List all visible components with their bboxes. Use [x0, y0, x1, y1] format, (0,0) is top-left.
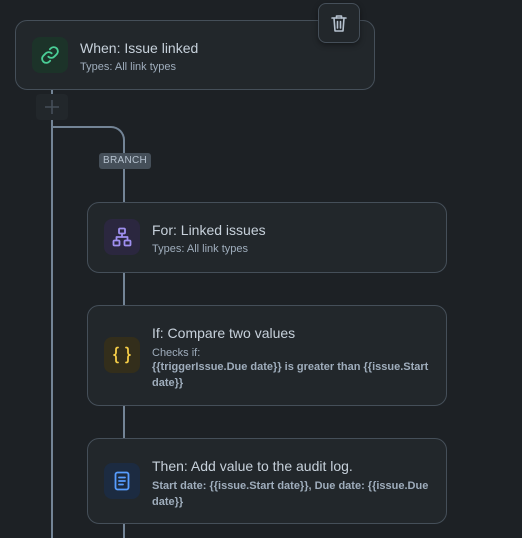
rule-canvas: When: Issue linked Types: All link types… [0, 0, 522, 538]
action-card[interactable]: Then: Add value to the audit log. Start … [87, 438, 447, 524]
plus-icon [45, 100, 59, 114]
branch-title: For: Linked issues [152, 222, 266, 238]
hierarchy-icon [112, 227, 132, 247]
braces-icon [113, 346, 131, 364]
branch-subtitle: Types: All link types [152, 243, 248, 255]
delete-button[interactable] [318, 3, 360, 43]
trigger-title: When: Issue linked [80, 40, 199, 56]
document-icon [114, 471, 130, 491]
action-title: Then: Add value to the audit log. [152, 458, 353, 474]
action-icon-box [104, 463, 140, 499]
condition-card[interactable]: If: Compare two values Checks if: {{trig… [87, 305, 447, 406]
action-detail: Start date: {{issue.Start date}}, Due da… [152, 480, 429, 508]
condition-title: If: Compare two values [152, 325, 296, 341]
branch-icon-box [104, 219, 140, 255]
condition-detail: {{triggerIssue.Due date}} is greater tha… [152, 361, 429, 389]
condition-icon-box [104, 337, 140, 373]
branch-card[interactable]: For: Linked issues Types: All link types [87, 202, 447, 273]
link-icon [41, 46, 59, 64]
trigger-subtitle: Types: All link types [80, 61, 176, 73]
trash-icon [331, 15, 347, 32]
trigger-icon-box [32, 37, 68, 73]
add-step-button[interactable] [36, 94, 68, 120]
branch-label: BRANCH [99, 153, 152, 169]
